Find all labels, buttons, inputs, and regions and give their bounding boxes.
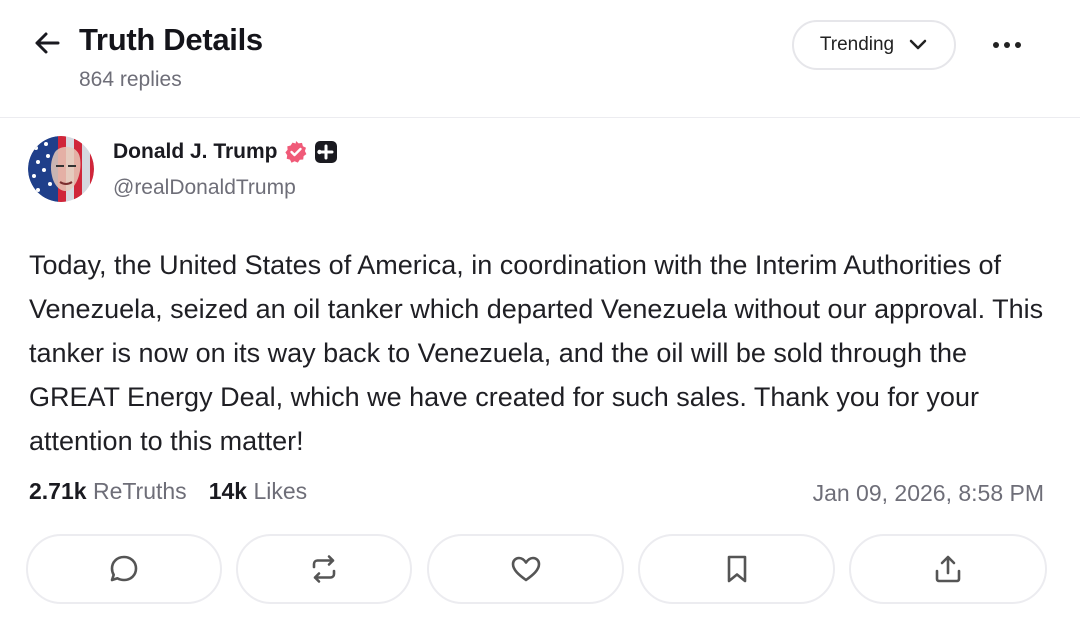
- reply-button[interactable]: [26, 534, 222, 604]
- replies-count: 864 replies: [79, 68, 182, 91]
- likes-label: Likes: [253, 478, 308, 504]
- more-options-button[interactable]: [985, 26, 1029, 64]
- bookmark-button[interactable]: [638, 534, 835, 604]
- heart-icon: [511, 556, 540, 582]
- more-dot: [1004, 42, 1010, 48]
- likes-count: 14k: [208, 478, 248, 504]
- sort-label: Trending: [819, 34, 895, 55]
- retruths-label: ReTruths: [92, 478, 187, 504]
- share-icon: [935, 555, 961, 583]
- retruths-count: 2.71k: [29, 478, 87, 504]
- share-button[interactable]: [849, 534, 1047, 604]
- retruth-button[interactable]: [236, 534, 412, 604]
- author-name[interactable]: Donald J. Trump: [113, 140, 278, 164]
- arrow-left-icon: [35, 32, 60, 54]
- likes-stat[interactable]: 14k Likes: [209, 478, 307, 505]
- sort-dropdown[interactable]: Trending: [792, 20, 956, 70]
- page-title: Truth Details: [79, 22, 263, 57]
- more-dot: [1015, 42, 1021, 48]
- back-button[interactable]: [30, 26, 64, 60]
- plus-badge-icon: [314, 141, 337, 163]
- post-stats: 2.71k ReTruths 14k Likes: [29, 478, 307, 505]
- bookmark-icon: [727, 555, 746, 583]
- post-body: Today, the United States of America, in …: [29, 250, 1044, 456]
- reply-icon: [110, 555, 138, 582]
- verified-badge-icon: [284, 141, 306, 163]
- retruth-icon: [312, 555, 336, 583]
- post-timestamp: Jan 09, 2026, 8:58 PM: [812, 480, 1044, 506]
- avatar-image: [28, 136, 94, 202]
- retruths-stat[interactable]: 2.71k ReTruths: [29, 478, 187, 505]
- avatar[interactable]: [28, 136, 94, 202]
- author-handle[interactable]: @realDonaldTrump: [113, 176, 296, 200]
- more-horizontal-icon: [993, 42, 999, 48]
- author-name-row: Donald J. Trump: [113, 140, 338, 164]
- like-button[interactable]: [427, 534, 624, 604]
- top-bar: Truth Details 864 replies Trending: [0, 0, 1080, 118]
- chevron-down-icon: [909, 39, 927, 50]
